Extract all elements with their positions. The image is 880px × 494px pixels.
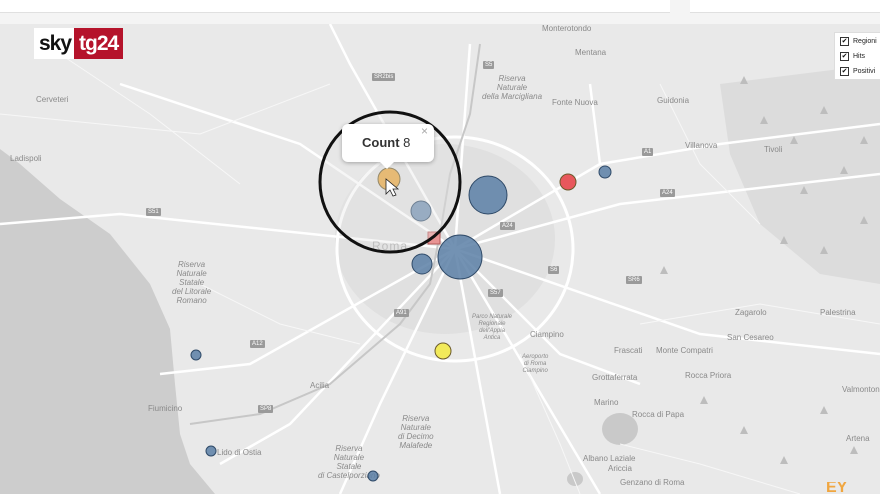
marker-positivi-5[interactable] bbox=[598, 165, 612, 179]
popup-text: Count 8 bbox=[362, 135, 410, 150]
logo-sky-text: sky bbox=[34, 28, 75, 59]
legend-item-regioni[interactable]: ✔ Regioni bbox=[835, 35, 880, 48]
marker-hit-yellow[interactable] bbox=[434, 342, 452, 360]
marker-positivi-8[interactable] bbox=[367, 470, 379, 482]
count-popup: Count 8 × bbox=[342, 124, 434, 169]
sky-tg24-logo: sky tg24 bbox=[34, 28, 124, 59]
search-field[interactable] bbox=[690, 0, 880, 13]
markers-layer bbox=[190, 110, 612, 482]
legend-label: Hits bbox=[853, 53, 866, 60]
checkbox-checked-icon[interactable]: ✔ bbox=[840, 67, 849, 76]
marker-positivi-4[interactable] bbox=[411, 253, 433, 275]
top-toolbar bbox=[0, 0, 880, 24]
layer-legend: ✔ Regioni ✔ Hits ✔ Positivi bbox=[834, 32, 880, 80]
marker-positivi-7[interactable] bbox=[205, 445, 217, 457]
marker-positivi-6[interactable] bbox=[190, 349, 202, 361]
address-field[interactable] bbox=[0, 0, 670, 13]
channel-watermark: EY bbox=[826, 482, 848, 494]
popup-value: 8 bbox=[403, 135, 411, 150]
checkbox-checked-icon[interactable]: ✔ bbox=[840, 52, 849, 61]
legend-item-positivi[interactable]: ✔ Positivi bbox=[835, 65, 880, 78]
legend-item-hits[interactable]: ✔ Hits bbox=[835, 50, 880, 63]
checkbox-checked-icon[interactable]: ✔ bbox=[840, 37, 849, 46]
legend-label: Regioni bbox=[853, 38, 877, 45]
map-view[interactable]: Cerveteri Ladispoli Monterotondo Mentana… bbox=[0, 24, 880, 494]
marker-positivi-1[interactable] bbox=[468, 175, 508, 215]
marker-positivi-2[interactable] bbox=[437, 234, 483, 280]
logo-tg24-text: tg24 bbox=[74, 28, 124, 59]
popup-label: Count bbox=[362, 135, 400, 150]
marker-hit-red[interactable] bbox=[559, 173, 577, 191]
legend-label: Positivi bbox=[853, 68, 876, 75]
close-icon[interactable]: × bbox=[421, 124, 428, 138]
